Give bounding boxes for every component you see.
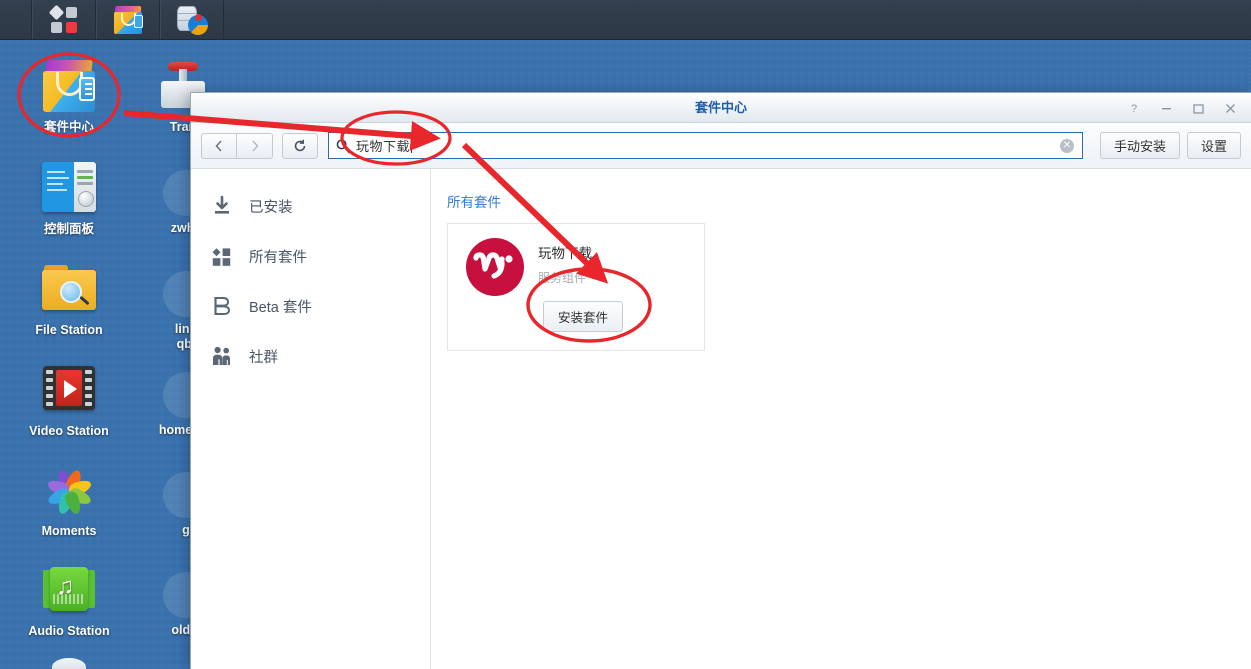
settings-button[interactable]: 设置 — [1186, 132, 1241, 159]
desktop-icon-control-panel[interactable]: 控制面板 — [14, 162, 124, 237]
text-caret — [411, 138, 413, 153]
desktop-icon-moments[interactable]: Moments — [14, 464, 124, 539]
database-icon — [176, 5, 208, 35]
close-icon[interactable] — [1215, 96, 1245, 120]
video-station-icon — [14, 364, 124, 418]
sidebar-item-label: 已安装 — [249, 199, 293, 216]
desktop-icon-label: Moments — [41, 524, 97, 538]
desktop-icon-audio-station[interactable]: ♫ Audio Station — [14, 564, 124, 639]
package-bag-icon — [14, 60, 124, 114]
window-toolbar: 玩物下载 ✕ 手动安装 设置 — [191, 123, 1251, 169]
desktop-icon-video-station[interactable]: Video Station — [14, 364, 124, 439]
sidebar-item-label: 社群 — [249, 349, 278, 366]
section-title: 所有套件 — [447, 195, 501, 210]
window-title: 套件中心 — [694, 100, 747, 115]
svg-text:?: ? — [1131, 103, 1137, 115]
sidebar-item-beta-packages[interactable]: Beta 套件 — [191, 281, 430, 331]
maximize-icon[interactable] — [1183, 96, 1213, 120]
help-icon[interactable]: ? — [1119, 96, 1149, 120]
desktop-icon-label: 控制面板 — [43, 222, 94, 236]
manual-install-button[interactable]: 手动安装 — [1099, 132, 1180, 159]
package-name: 玩物下载 — [538, 246, 592, 261]
search-input-value: 玩物下载 — [356, 139, 411, 154]
w-logo-glyph — [473, 252, 513, 279]
download-installed-icon — [209, 193, 235, 219]
file-station-icon — [14, 263, 124, 317]
taskbar-item-main-menu[interactable] — [32, 0, 96, 39]
desktop-icon-label: Video Station — [29, 424, 109, 438]
taskbar-item-package-center[interactable] — [96, 0, 160, 39]
search-field[interactable]: 玩物下载 ✕ — [328, 132, 1083, 159]
beta-b-icon — [209, 293, 235, 319]
desktop-icon-package-center[interactable]: 套件中心 — [14, 60, 124, 135]
sidebar-item-community[interactable]: 社群 — [191, 331, 430, 381]
search-icon — [335, 138, 351, 154]
minimize-icon[interactable] — [1151, 96, 1181, 120]
sidebar-item-label: 所有套件 — [249, 249, 307, 266]
forward-button[interactable] — [237, 132, 273, 159]
package-bag-icon — [113, 5, 143, 34]
window-body: 已安装 所有套件 Beta 套件 社群 所有套件 玩物下载 服务组件 安装套件 — [191, 169, 1251, 669]
package-card[interactable]: 玩物下载 服务组件 安装套件 — [447, 223, 705, 351]
desktop-icon-label: 套件中心 — [43, 120, 94, 134]
sidebar-item-installed[interactable]: 已安装 — [191, 181, 430, 231]
sidebar-item-all-packages[interactable]: 所有套件 — [191, 231, 430, 281]
control-panel-icon — [14, 162, 124, 216]
moments-flower-icon — [14, 464, 124, 518]
package-meta: 玩物下载 服务组件 — [538, 238, 592, 350]
community-people-icon — [209, 343, 235, 369]
package-logo-icon — [466, 238, 524, 296]
grid-squares-icon — [209, 243, 235, 269]
install-package-button[interactable]: 安装套件 — [543, 301, 624, 332]
audio-station-icon: ♫ — [14, 564, 124, 618]
package-description: 服务组件 — [538, 271, 587, 285]
sidebar-nav: 已安装 所有套件 Beta 套件 社群 — [191, 169, 431, 669]
clear-search-icon[interactable]: ✕ — [1059, 138, 1074, 153]
content-area: 所有套件 玩物下载 服务组件 安装套件 — [431, 169, 1251, 669]
window-controls: ? — [1119, 93, 1245, 123]
desktop-icon-label: Audio Station — [28, 624, 110, 638]
desktop-icon-label: File Station — [35, 323, 103, 337]
squares-icon — [48, 4, 79, 35]
window-titlebar[interactable]: 套件中心 ? — [191, 93, 1251, 123]
taskbar-item-storage-manager[interactable] — [160, 0, 224, 39]
package-center-window: 套件中心 ? 玩物下载 ✕ 手动安装 设置 已安装 所有套件 Beta 套件 社… — [190, 92, 1251, 669]
refresh-button[interactable] — [282, 132, 318, 159]
back-button[interactable] — [201, 132, 237, 159]
sidebar-item-label: Beta 套件 — [249, 299, 312, 316]
taskbar-left-spacer — [0, 0, 32, 39]
desktop-icon-partially-visible[interactable] — [52, 658, 86, 669]
desktop-shortcut-label: g — [182, 523, 190, 537]
taskbar — [0, 0, 1251, 40]
desktop-icon-file-station[interactable]: File Station — [14, 263, 124, 338]
